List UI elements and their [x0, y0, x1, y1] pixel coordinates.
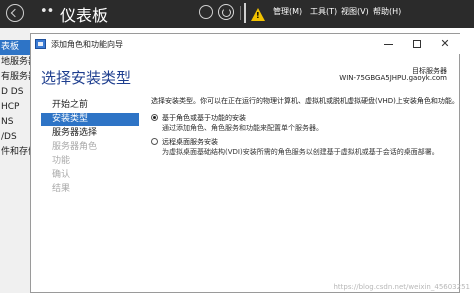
option-remote-desktop-desc: 为虚拟桌面基础结构(VDI)安装所需的角色服务以创建基于虚拟机或基于会话的桌面部… — [162, 148, 439, 156]
sidebar-item-wds[interactable]: /DS — [0, 130, 30, 145]
server-manager-header: •• 仪表板 ! 管理(M) 工具(T) 视图(V) 帮助(H) — [0, 0, 474, 28]
radio-role-based[interactable] — [151, 114, 158, 121]
sidebar-item-all-servers[interactable]: 有服务器 — [0, 70, 30, 85]
breadcrumb-arrows: •• — [40, 4, 54, 19]
nav-item-results: 结果 — [52, 184, 71, 194]
close-icon: ✕ — [440, 37, 450, 50]
maximize-icon — [413, 40, 421, 48]
page-title: 仪表板 — [60, 6, 109, 25]
maximize-button[interactable] — [403, 35, 431, 53]
nav-item-server-roles: 服务器角色 — [52, 142, 98, 152]
nav-item-server-selection[interactable]: 服务器选择 — [41, 127, 139, 140]
back-icon[interactable] — [6, 4, 24, 22]
target-server-value: WIN-75GBGA5JHPU.gaoyk.com — [339, 74, 447, 82]
refresh-icon[interactable] — [218, 4, 234, 20]
warning-mark: ! — [256, 11, 260, 20]
wizard-nav: 开始之前 安装类型 服务器选择 服务器角色 功能 确认 结果 — [41, 99, 141, 229]
nav-item-features: 功能 — [52, 156, 71, 166]
notification-flag-icon[interactable] — [244, 3, 246, 23]
wizard-app-icon — [35, 39, 46, 49]
nav-item-before-you-begin[interactable]: 开始之前 — [41, 99, 139, 112]
sidebar-item-dashboard[interactable]: 表板 — [0, 40, 30, 55]
nav-item-confirmation: 确认 — [52, 170, 71, 180]
sidebar-item-ad-ds[interactable]: D DS — [0, 85, 30, 100]
menu-manage[interactable]: 管理(M) — [273, 6, 302, 17]
nav-item-installation-type[interactable]: 安装类型 — [41, 113, 139, 126]
wizard-heading: 选择安装类型 — [41, 69, 132, 87]
server-manager-sidebar: 表板 地服务器 有服务器 D DS HCP NS /DS 件和存储 — [0, 28, 30, 293]
menu-view[interactable]: 视图(V) — [341, 6, 369, 17]
add-roles-wizard-window: 添加角色和功能向导 ✕ 选择安装类型 目标服务器 WIN-75GBGA5JHPU… — [30, 33, 461, 293]
minimize-button[interactable] — [375, 35, 403, 53]
sidebar-item-dns[interactable]: NS — [0, 115, 30, 130]
menu-tools[interactable]: 工具(T) — [310, 6, 337, 17]
dashboard-circle-icon[interactable] — [199, 5, 213, 19]
wizard-title: 添加角色和功能向导 — [51, 40, 123, 49]
sidebar-item-dhcp[interactable]: HCP — [0, 100, 30, 115]
separator — [240, 6, 241, 20]
wizard-titlebar[interactable]: 添加角色和功能向导 ✕ — [31, 34, 461, 54]
installation-type-description: 选择安装类型。你可以在正在运行的物理计算机、虚拟机或脱机虚拟硬盘(VHD)上安装… — [151, 97, 459, 105]
option-role-based-desc: 通过添加角色、角色服务和功能来配置单个服务器。 — [162, 124, 323, 132]
minimize-icon — [384, 44, 393, 45]
option-remote-desktop-title[interactable]: 远程桌面服务安装 — [162, 137, 218, 147]
sidebar-item-local-server[interactable]: 地服务器 — [0, 55, 30, 70]
close-button[interactable]: ✕ — [431, 35, 459, 53]
radio-remote-desktop[interactable] — [151, 138, 158, 145]
sidebar-item-file-storage[interactable]: 件和存储 — [0, 145, 30, 160]
menu-help[interactable]: 帮助(H) — [373, 6, 401, 17]
option-role-based-title[interactable]: 基于角色或基于功能的安装 — [162, 113, 246, 123]
watermark: https://blog.csdn.net/weixin_45603251 — [333, 283, 470, 291]
